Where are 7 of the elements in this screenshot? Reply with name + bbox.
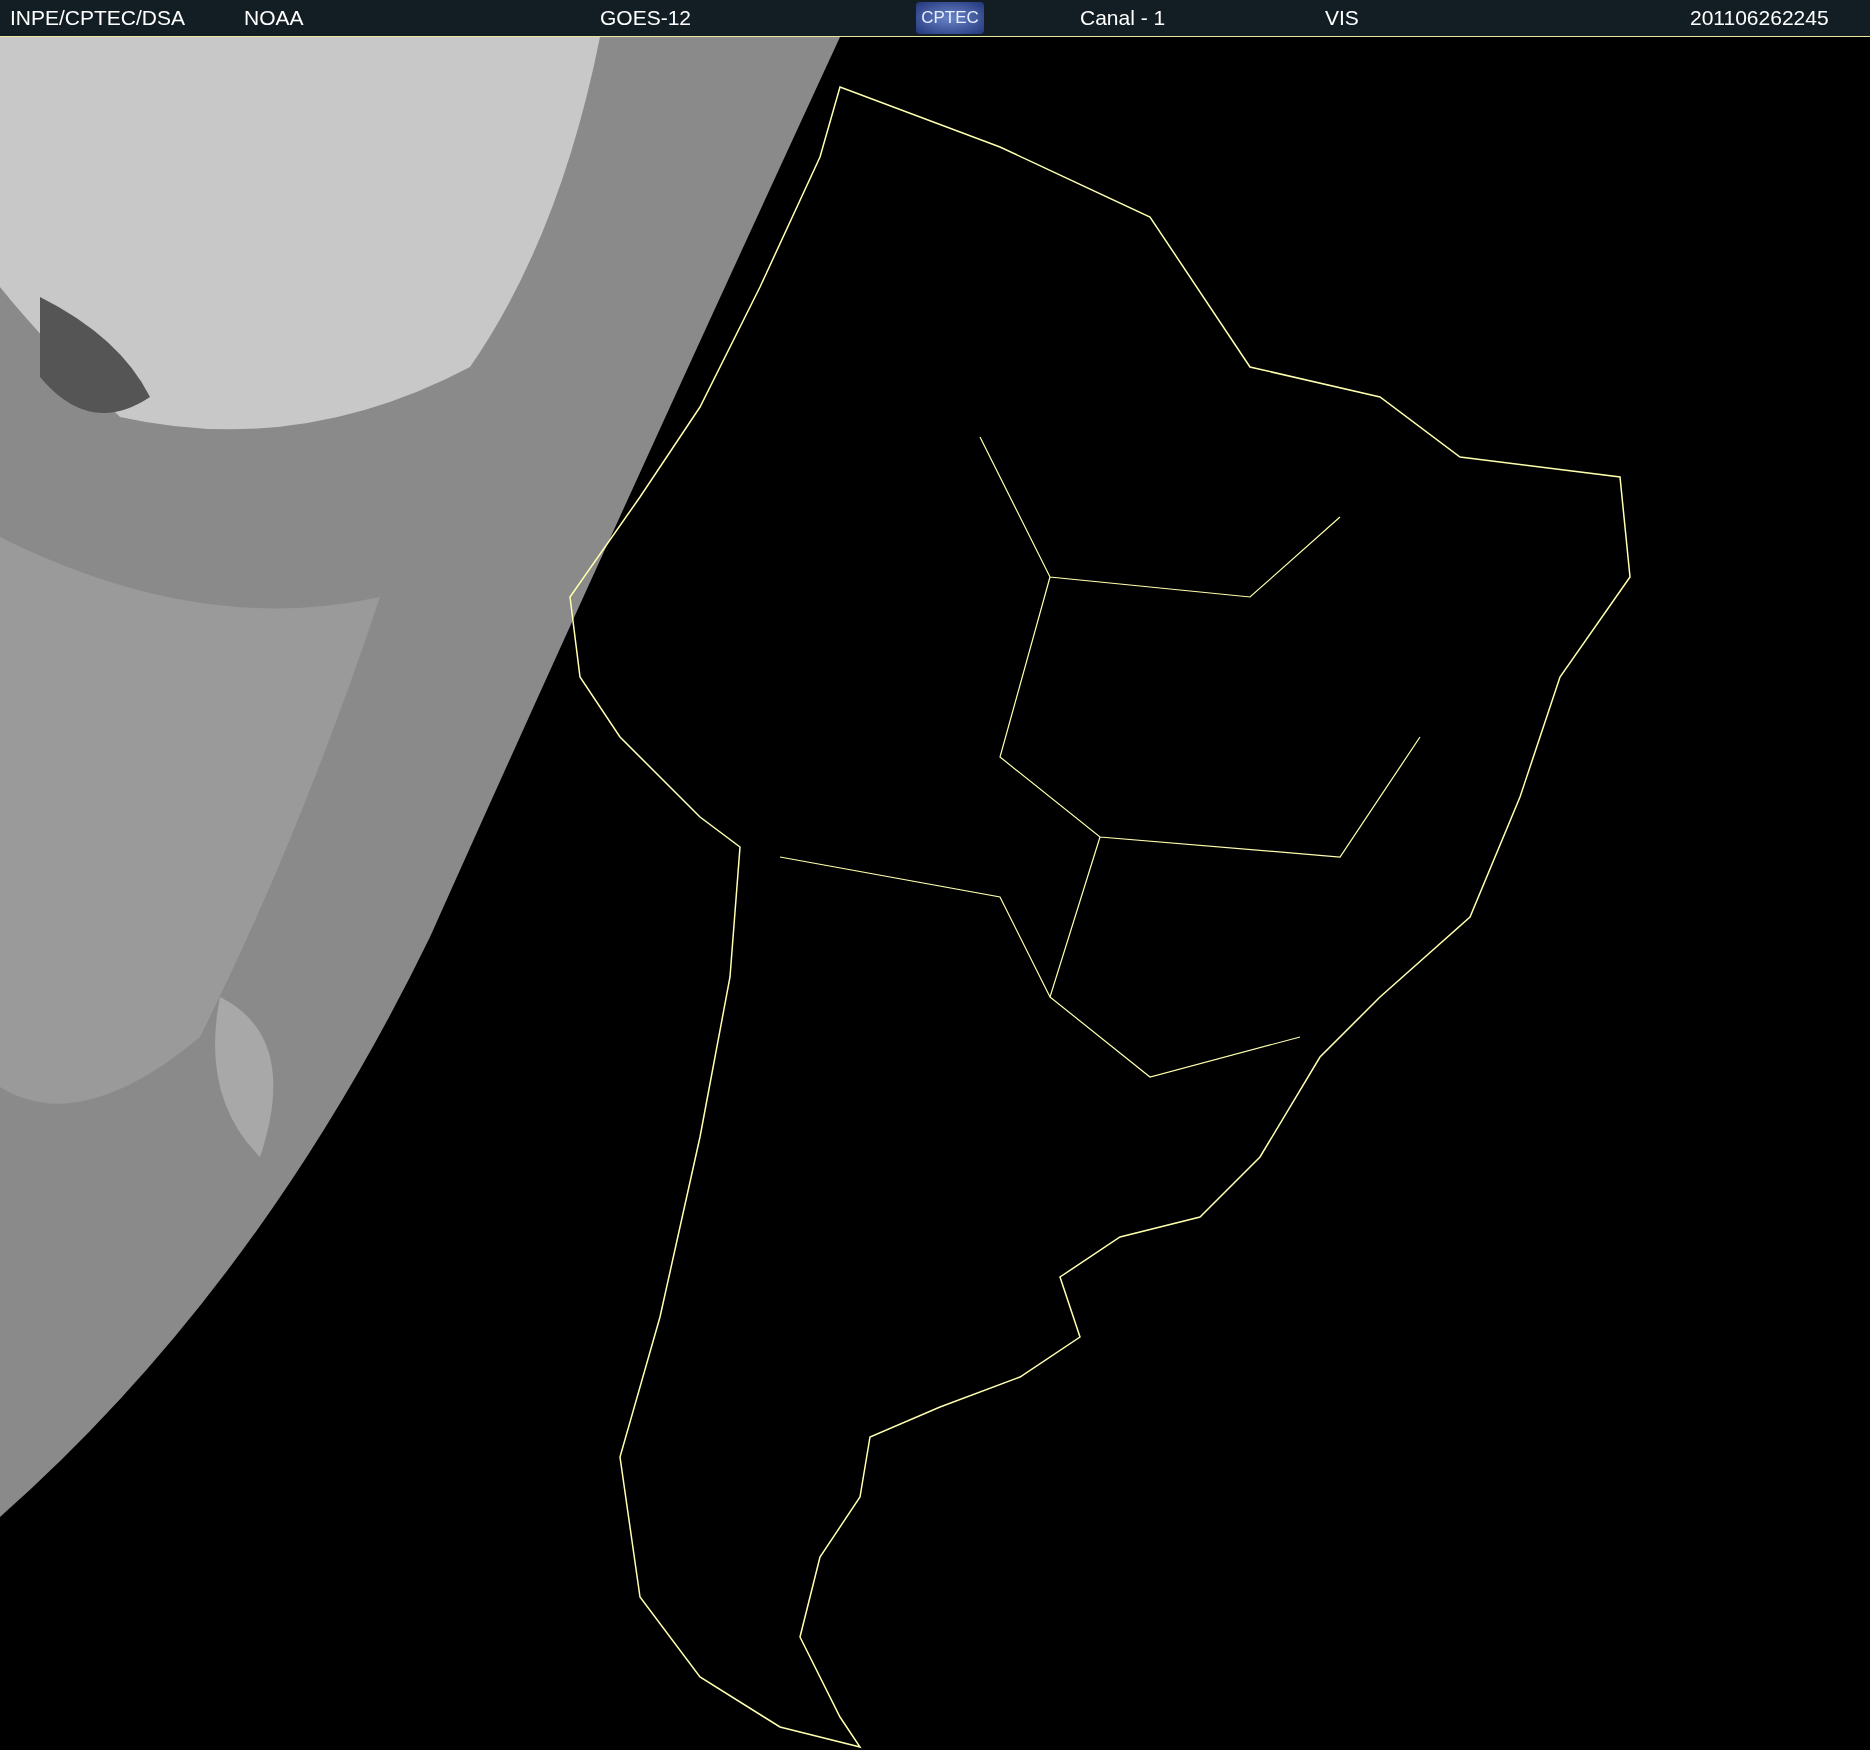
channel-label: Canal - 1 [1080,6,1167,30]
source-label: NOAA [244,6,305,30]
band-label: VIS [1325,6,1360,30]
satellite-label: GOES-12 [600,6,693,30]
agency-label: INPE/CPTEC/DSA [10,6,187,30]
logo: CPTEC [916,2,984,34]
timestamp-label: 201106262245 [1690,6,1829,30]
